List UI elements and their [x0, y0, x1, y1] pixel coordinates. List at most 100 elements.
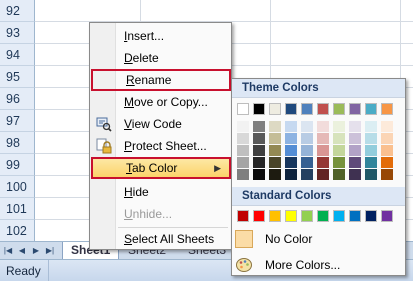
theme-color-shade-swatch[interactable] — [349, 133, 361, 144]
theme-color-shade-swatch[interactable] — [285, 145, 297, 156]
theme-color-shade-swatch[interactable] — [301, 121, 313, 132]
theme-color-shade-swatch[interactable] — [333, 133, 345, 144]
menu-item-move-or-copy[interactable]: Move or Copy... — [91, 91, 231, 113]
row-header[interactable]: 96 — [0, 88, 35, 110]
menu-item-insert[interactable]: Insert... — [91, 25, 231, 47]
theme-color-shade-swatch[interactable] — [253, 169, 265, 180]
theme-color-shade-swatch[interactable] — [253, 133, 265, 144]
theme-color-swatch[interactable] — [333, 103, 345, 115]
menu-item-view-code[interactable]: View Code — [91, 113, 231, 135]
standard-color-swatch[interactable] — [349, 210, 361, 222]
row-header[interactable]: 98 — [0, 132, 35, 154]
theme-color-swatch[interactable] — [381, 103, 393, 115]
theme-color-shade-swatch[interactable] — [349, 157, 361, 168]
theme-color-shade-swatch[interactable] — [301, 145, 313, 156]
row-header[interactable]: 97 — [0, 110, 35, 132]
theme-color-shade-swatch[interactable] — [253, 121, 265, 132]
theme-color-shade-swatch[interactable] — [237, 133, 249, 144]
row-header[interactable]: 99 — [0, 154, 35, 176]
theme-color-shade-swatch[interactable] — [349, 169, 361, 180]
theme-color-shade-swatch[interactable] — [365, 157, 377, 168]
theme-color-shade-swatch[interactable] — [317, 133, 329, 144]
theme-color-shade-swatch[interactable] — [269, 169, 281, 180]
theme-color-swatch[interactable] — [317, 103, 329, 115]
standard-color-swatch[interactable] — [317, 210, 329, 222]
standard-color-swatch[interactable] — [253, 210, 265, 222]
more-colors-option[interactable]: More Colors... — [232, 253, 405, 277]
theme-color-shade-swatch[interactable] — [285, 157, 297, 168]
theme-color-shade-swatch[interactable] — [269, 157, 281, 168]
theme-color-shade-swatch[interactable] — [269, 121, 281, 132]
standard-color-swatch[interactable] — [333, 210, 345, 222]
standard-color-swatch[interactable] — [269, 210, 281, 222]
no-color-swatch-icon — [235, 230, 253, 248]
theme-color-shade-swatch[interactable] — [317, 169, 329, 180]
next-sheet-icon[interactable]: ▶ — [30, 245, 42, 257]
last-sheet-icon[interactable]: ▶| — [44, 245, 56, 257]
row-header[interactable]: 101 — [0, 198, 35, 220]
row-header[interactable]: 92 — [0, 0, 35, 22]
menu-item-select-all-sheets[interactable]: Select All Sheets — [91, 228, 231, 250]
theme-color-shade-swatch[interactable] — [381, 121, 393, 132]
row-header[interactable]: 100 — [0, 176, 35, 198]
menu-item-rename[interactable]: Rename — [91, 69, 231, 91]
theme-color-swatch[interactable] — [301, 103, 313, 115]
theme-color-shade-swatch[interactable] — [365, 121, 377, 132]
theme-color-shade-swatch[interactable] — [301, 133, 313, 144]
theme-color-shade-swatch[interactable] — [285, 133, 297, 144]
theme-color-shade-swatch[interactable] — [333, 145, 345, 156]
theme-color-swatch[interactable] — [349, 103, 361, 115]
theme-color-shade-swatch[interactable] — [381, 145, 393, 156]
theme-color-shade-swatch[interactable] — [237, 169, 249, 180]
menu-item-delete[interactable]: Delete — [91, 47, 231, 69]
no-color-option[interactable]: No Color — [232, 227, 405, 251]
theme-color-shade-swatch[interactable] — [349, 145, 361, 156]
row-header[interactable]: 93 — [0, 22, 35, 44]
theme-color-shade-swatch[interactable] — [333, 121, 345, 132]
row-header[interactable]: 102 — [0, 220, 35, 241]
theme-color-shade-swatch[interactable] — [301, 169, 313, 180]
theme-color-swatch[interactable] — [285, 103, 297, 115]
theme-color-shade-swatch[interactable] — [237, 121, 249, 132]
standard-color-swatch[interactable] — [285, 210, 297, 222]
worksheet-row[interactable]: 92 — [0, 0, 413, 22]
theme-color-shade-swatch[interactable] — [269, 145, 281, 156]
standard-color-swatch[interactable] — [365, 210, 377, 222]
standard-color-swatch[interactable] — [301, 210, 313, 222]
theme-color-shade-swatch[interactable] — [365, 133, 377, 144]
theme-color-shade-swatch[interactable] — [237, 157, 249, 168]
theme-color-shade-swatch[interactable] — [381, 169, 393, 180]
menu-item-hide[interactable]: Hide — [91, 181, 231, 203]
row-header[interactable]: 95 — [0, 66, 35, 88]
theme-color-shade-swatch[interactable] — [365, 169, 377, 180]
theme-color-shade-swatch[interactable] — [285, 169, 297, 180]
menu-item-tab-color[interactable]: Tab Color ▶ — [91, 157, 231, 179]
theme-color-shade-swatch[interactable] — [317, 145, 329, 156]
theme-color-shade-swatch[interactable] — [365, 145, 377, 156]
theme-color-shade-swatch[interactable] — [285, 121, 297, 132]
status-text: Ready — [6, 264, 41, 278]
theme-color-shade-swatch[interactable] — [317, 157, 329, 168]
menu-item-protect-sheet[interactable]: Protect Sheet... — [91, 135, 231, 157]
previous-sheet-icon[interactable]: ◀ — [16, 245, 28, 257]
row-header[interactable]: 94 — [0, 44, 35, 66]
first-sheet-icon[interactable]: |◀ — [2, 245, 14, 257]
theme-color-shade-swatch[interactable] — [333, 169, 345, 180]
theme-color-shade-swatch[interactable] — [237, 145, 249, 156]
theme-color-swatch[interactable] — [237, 103, 249, 115]
theme-color-shade-swatch[interactable] — [381, 133, 393, 144]
status-divider — [48, 260, 49, 281]
theme-color-shade-swatch[interactable] — [333, 157, 345, 168]
theme-color-swatch[interactable] — [253, 103, 265, 115]
standard-color-swatch[interactable] — [381, 210, 393, 222]
theme-color-shade-swatch[interactable] — [349, 121, 361, 132]
theme-color-shade-swatch[interactable] — [253, 145, 265, 156]
standard-color-swatch[interactable] — [237, 210, 249, 222]
theme-color-shade-swatch[interactable] — [269, 133, 281, 144]
theme-color-shade-swatch[interactable] — [253, 157, 265, 168]
theme-color-shade-swatch[interactable] — [301, 157, 313, 168]
theme-color-swatch[interactable] — [269, 103, 281, 115]
theme-color-swatch[interactable] — [365, 103, 377, 115]
theme-color-shade-swatch[interactable] — [317, 121, 329, 132]
theme-color-shade-swatch[interactable] — [381, 157, 393, 168]
